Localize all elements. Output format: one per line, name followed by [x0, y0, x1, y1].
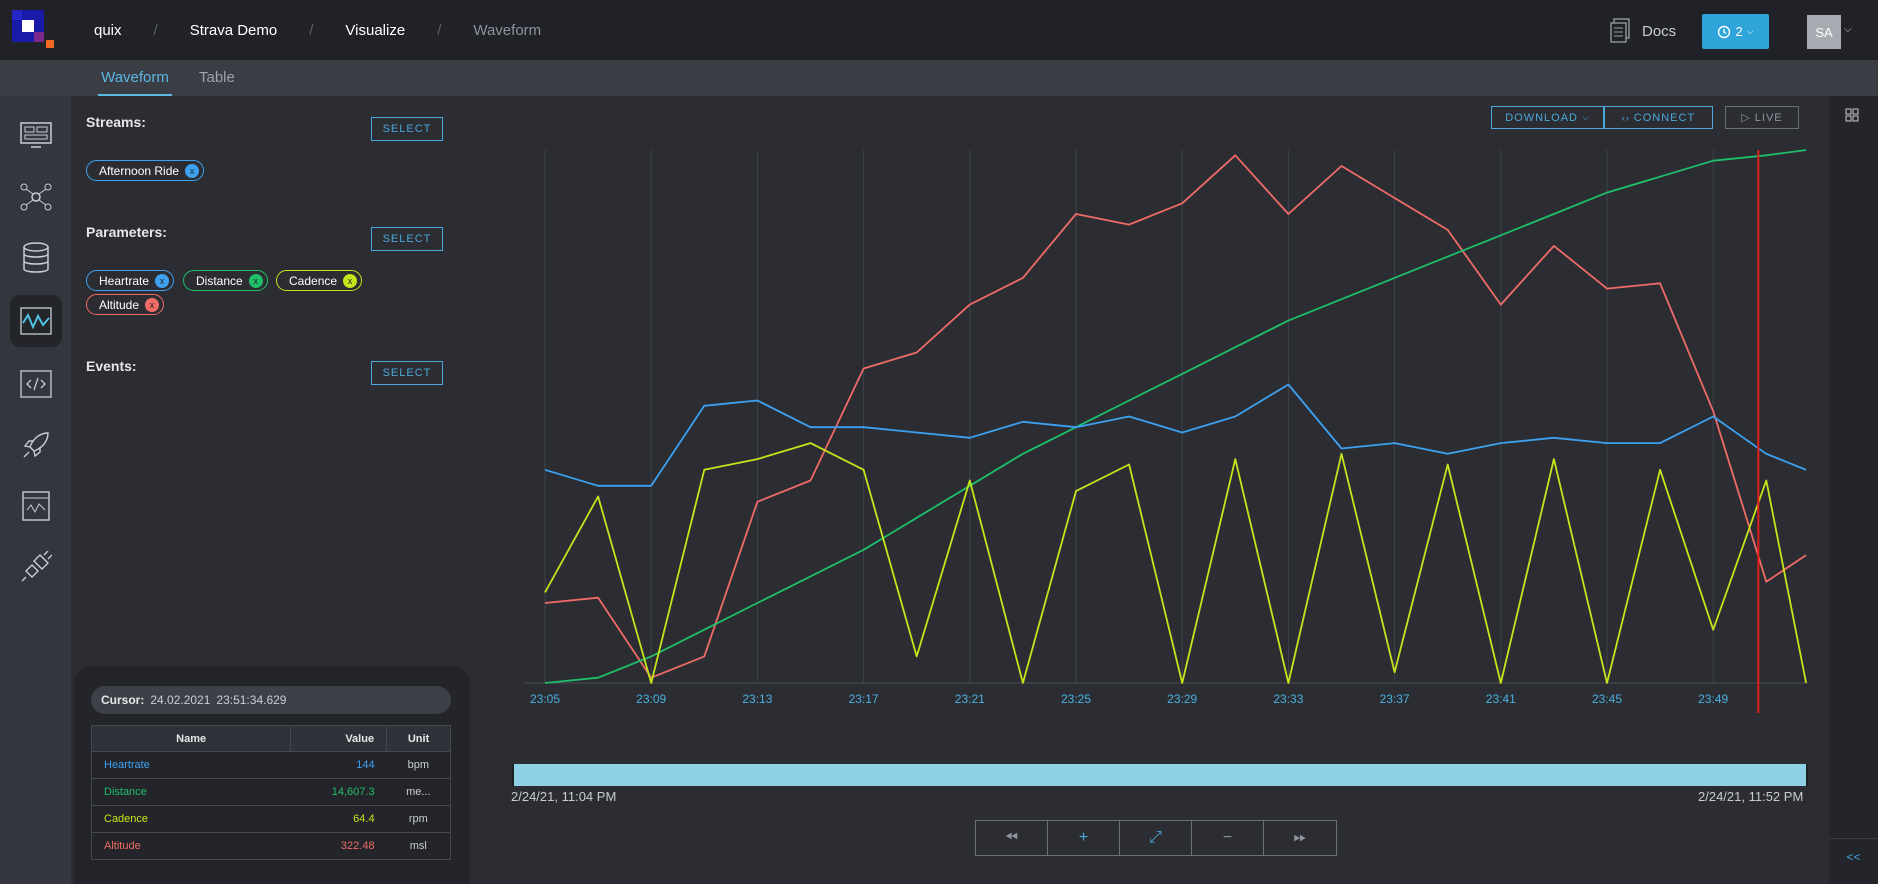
x-tick-label: 23:49	[1698, 692, 1728, 706]
x-tick-label: 23:25	[1061, 692, 1091, 706]
series-line-heartrate	[544, 383, 1807, 487]
x-tick-label: 23:41	[1486, 692, 1516, 706]
series-line-distance	[544, 149, 1807, 684]
x-tick-label: 23:09	[636, 692, 666, 706]
x-tick-label: 23:29	[1167, 692, 1197, 706]
x-tick-label: 23:17	[849, 692, 879, 706]
rewind-button[interactable]: ⏪︎	[976, 821, 1048, 855]
x-tick-label: 23:33	[1273, 692, 1303, 706]
plus-icon: +	[1078, 829, 1089, 846]
range-start-label: 2/24/21, 11:04 PM	[511, 789, 617, 804]
right-rail: <<	[1829, 96, 1878, 884]
x-tick-label: 23:45	[1592, 692, 1622, 706]
waveform-chart[interactable]: 23:05 23:09 23:13 23:17 23:21 23:25 23:29 23:33…	[0, 0, 1878, 884]
x-tick-label: 23:37	[1380, 692, 1410, 706]
minus-icon: −	[1222, 829, 1233, 846]
compress-icon: ⤢	[1149, 829, 1162, 846]
time-range-scrubber[interactable]	[512, 764, 1808, 786]
x-tick-label: 23:05	[530, 692, 560, 706]
fit-button[interactable]: ⤢	[1120, 821, 1192, 855]
grid-icon[interactable]	[1845, 108, 1859, 122]
zoom-in-button[interactable]: +	[1048, 821, 1120, 855]
chart-navigation: ⏪︎ + ⤢ − ⏩︎	[975, 820, 1337, 856]
x-tick-label: 23:21	[955, 692, 985, 706]
fast-forward-icon: ⏩︎	[1293, 829, 1307, 846]
zoom-out-button[interactable]: −	[1192, 821, 1264, 855]
range-end-label: 2/24/21, 11:52 PM	[1698, 789, 1804, 804]
x-tick-label: 23:13	[742, 692, 772, 706]
fast-forward-button[interactable]: ⏩︎	[1264, 821, 1336, 855]
series-line-cadence	[544, 442, 1807, 684]
collapse-button[interactable]: <<	[1829, 838, 1878, 874]
series-line-altitude	[544, 154, 1807, 679]
rewind-icon: ⏪︎	[1005, 829, 1018, 846]
